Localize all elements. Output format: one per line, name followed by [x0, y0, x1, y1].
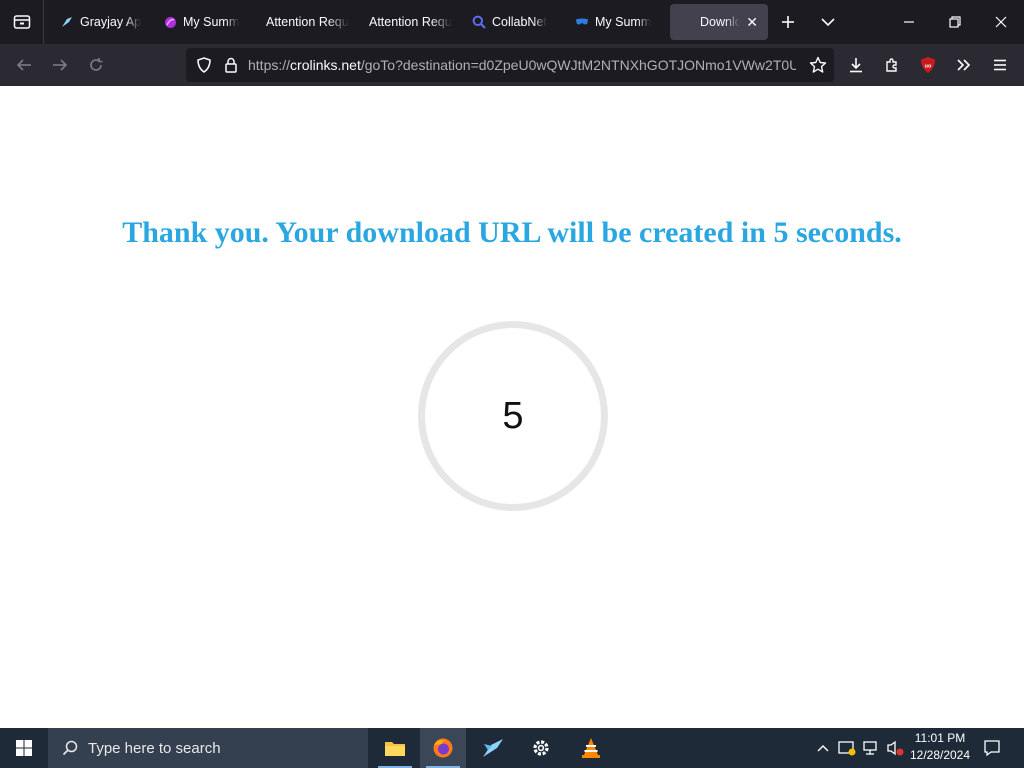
- notification-icon: [984, 740, 1000, 757]
- url-text[interactable]: https://crolinks.net/goTo?destination=d0…: [248, 57, 796, 73]
- forward-button[interactable]: [42, 44, 78, 86]
- tab-my-summ-1[interactable]: My Summ: [153, 4, 256, 40]
- search-icon: [472, 15, 486, 29]
- shield-icon[interactable]: [196, 57, 212, 73]
- back-arrow-icon: [16, 59, 31, 71]
- puzzle-icon: [886, 58, 897, 72]
- url-host: crolinks.net: [290, 57, 361, 73]
- reload-button[interactable]: [78, 44, 114, 86]
- page-headline: Thank you. Your download URL will be cre…: [122, 216, 902, 249]
- downloads-button[interactable]: [838, 44, 874, 86]
- countdown-timer: 5: [418, 321, 608, 511]
- extensions-button[interactable]: [874, 44, 910, 86]
- gear-icon: [533, 740, 549, 756]
- url-path: /goTo?destination=d0ZpeU0wQWJtM2NTNXhGOT…: [360, 57, 796, 73]
- show-hidden-icons-button[interactable]: [814, 728, 832, 768]
- start-button[interactable]: [0, 728, 48, 768]
- taskbar-grayjay[interactable]: [470, 728, 516, 768]
- tab-download-active[interactable]: Downlo ✕: [670, 4, 768, 40]
- taskbar-settings[interactable]: [518, 728, 564, 768]
- ublock-shield-icon: uo: [921, 57, 935, 73]
- new-tab-button[interactable]: [768, 0, 808, 44]
- folder-icon: [385, 742, 405, 756]
- tab-label: Grayjay Ap: [80, 15, 142, 29]
- mask-icon: [575, 15, 589, 29]
- close-window-button[interactable]: [978, 0, 1024, 44]
- more-tools-button[interactable]: [946, 44, 982, 86]
- clock-time: 11:01 PM: [914, 731, 966, 745]
- tray-network-icon[interactable]: [860, 728, 882, 768]
- forward-arrow-icon: [53, 59, 68, 71]
- page-content: Thank you. Your download URL will be cre…: [0, 86, 1024, 728]
- hamburger-menu-icon: [994, 59, 1006, 71]
- clock-date: 12/28/2024: [909, 748, 971, 762]
- restore-icon: [949, 16, 961, 28]
- browser-tab-bar: Grayjay Ap My Summ Attention Requ Attent…: [0, 0, 1024, 44]
- tab-my-summ-2[interactable]: My Summ: [565, 4, 668, 40]
- tab-attention-1[interactable]: Attention Requ: [256, 4, 359, 40]
- tray-volume-icon[interactable]: [884, 728, 906, 768]
- address-bar[interactable]: https://crolinks.net/goTo?destination=d0…: [186, 48, 834, 82]
- taskbar-file-explorer[interactable]: [372, 728, 418, 768]
- tray-action-icon[interactable]: [836, 728, 858, 768]
- tab-attention-2[interactable]: Attention Requ: [359, 4, 462, 40]
- close-icon: [995, 16, 1007, 28]
- security-warning-icon: [838, 741, 856, 756]
- windows-logo-icon: [16, 740, 32, 756]
- taskbar-firefox[interactable]: [420, 728, 466, 768]
- double-chevron-right-icon: [957, 59, 971, 71]
- url-scheme: https://: [248, 57, 291, 73]
- star-icon: [809, 56, 827, 73]
- tab-label: My Summ: [183, 15, 240, 29]
- vlc-cone-icon: [582, 738, 600, 758]
- list-all-tabs-button[interactable]: [808, 0, 848, 44]
- firefox-view-icon: [13, 15, 30, 29]
- lock-icon[interactable]: [224, 57, 238, 73]
- grayjay-icon: [60, 15, 74, 29]
- chevron-down-icon: [821, 18, 835, 27]
- taskbar-vlc[interactable]: [568, 728, 614, 768]
- notifications-button[interactable]: [980, 728, 1004, 768]
- volume-muted-icon: [887, 740, 904, 756]
- tab-label: Downlo: [700, 15, 741, 29]
- network-icon: [863, 741, 877, 755]
- tab-collabnet[interactable]: CollabNet: [462, 4, 565, 40]
- taskbar-clock[interactable]: 11:01 PM 12/28/2024: [904, 730, 976, 764]
- grayjay-icon: [483, 739, 503, 757]
- tab-grayjay[interactable]: Grayjay Ap: [50, 4, 153, 40]
- download-icon: [850, 58, 862, 73]
- reload-icon: [90, 58, 103, 71]
- tab-label: Attention Requ: [369, 15, 452, 29]
- menu-button[interactable]: [982, 44, 1018, 86]
- tab-label: My Summ: [595, 15, 652, 29]
- tab-label: CollabNet: [492, 15, 547, 29]
- tab-strip: Grayjay Ap My Summ Attention Requ Attent…: [44, 0, 768, 44]
- minimize-button[interactable]: [886, 0, 932, 44]
- close-tab-icon[interactable]: ✕: [746, 14, 758, 31]
- search-placeholder: Type here to search: [88, 739, 221, 757]
- firefox-icon: [433, 738, 453, 758]
- plus-icon: [782, 16, 794, 28]
- tab-label: Attention Requ: [266, 15, 349, 29]
- restore-button[interactable]: [932, 0, 978, 44]
- back-button[interactable]: [6, 44, 42, 86]
- svg-text:uo: uo: [925, 64, 932, 70]
- countdown-value: 5: [502, 394, 524, 437]
- firefox-view-button[interactable]: [0, 0, 44, 44]
- ublock-origin-button[interactable]: uo: [910, 44, 946, 86]
- bookmark-star-button[interactable]: [800, 44, 836, 86]
- search-icon: [62, 740, 78, 756]
- minimize-icon: [904, 21, 914, 23]
- purple-orb-icon: [163, 15, 177, 29]
- chevron-up-icon: [817, 745, 829, 752]
- taskbar-search-box[interactable]: Type here to search: [48, 728, 368, 768]
